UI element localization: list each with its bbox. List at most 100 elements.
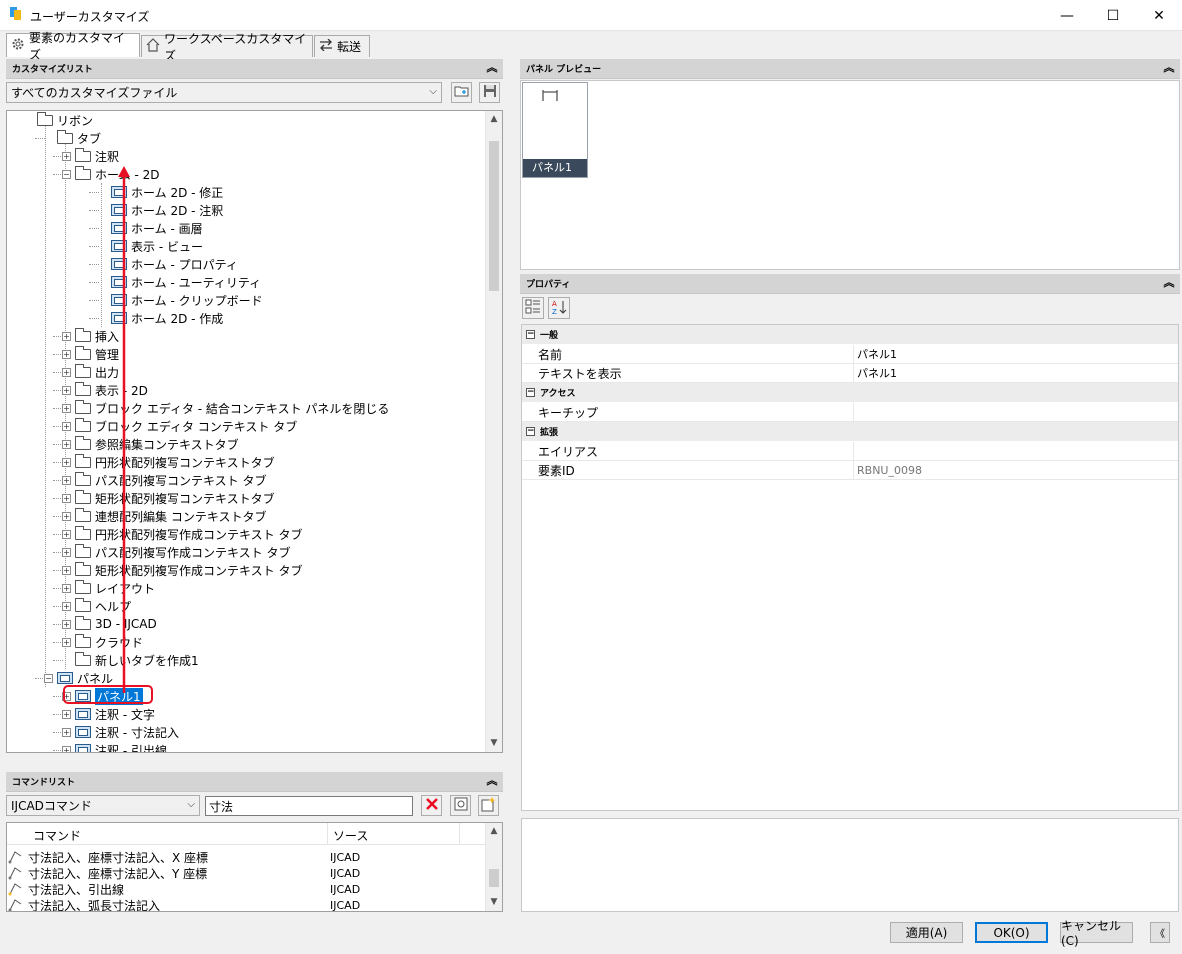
expand-icon[interactable]: + — [62, 547, 71, 557]
cancel-button[interactable]: キャンセル(C) — [1060, 919, 1133, 948]
expand-icon[interactable]: + — [62, 601, 71, 611]
tab-workspace-customize[interactable]: ワークスペースカスタマイズ — [141, 32, 313, 63]
scroll-down-icon[interactable]: ▼ — [486, 735, 502, 752]
scroll-up-icon[interactable]: ▲ — [486, 823, 502, 840]
command-row[interactable]: 寸法記入、弧長寸法記入 IJCAD — [7, 897, 485, 911]
property-row[interactable]: テキストを表示 パネル1 — [522, 364, 1178, 383]
expand-icon[interactable]: + — [62, 637, 71, 647]
property-category[interactable]: − 一般 — [522, 325, 1178, 344]
tree-item[interactable]: + ブロック エディタ - 結合コンテキスト パネルを閉じる — [62, 399, 389, 417]
collapse-icon[interactable]: − — [526, 330, 535, 339]
tree-item[interactable]: + 注釈 - 引出線 — [62, 741, 167, 752]
collapse-dialog-button[interactable]: 《 — [1150, 922, 1170, 943]
tree-item[interactable]: + 円形状配列複写コンテキストタブ — [62, 453, 275, 471]
open-file-button[interactable] — [451, 82, 472, 103]
minimize-button[interactable]: — — [1044, 0, 1090, 31]
column-source[interactable]: ソース — [333, 827, 368, 844]
command-filter-combo[interactable]: IJCADコマンド ⌵ — [6, 795, 200, 816]
close-button[interactable]: ✕ — [1136, 0, 1182, 31]
command-table[interactable]: コマンド ソース 寸法記入、座標寸法記入、X 座標 IJCAD 寸法記入、座標寸法記… — [6, 822, 503, 912]
property-category[interactable]: − アクセス — [522, 383, 1178, 402]
command-row[interactable]: 寸法記入、座標寸法記入、X 座標 IJCAD — [7, 849, 485, 865]
expand-icon[interactable]: + — [62, 727, 71, 737]
collapse-icon[interactable]: − — [62, 169, 71, 179]
expand-icon[interactable]: + — [62, 745, 71, 752]
apply-button[interactable]: 適用(A) — [890, 922, 963, 943]
clear-search-button[interactable] — [421, 795, 442, 816]
categorized-button[interactable] — [522, 297, 544, 319]
alphabetical-button[interactable]: AZ — [548, 297, 570, 319]
property-row[interactable]: エイリアス — [522, 442, 1178, 461]
tree-item[interactable]: + 連想配列編集 コンテキストタブ — [62, 507, 266, 525]
tree-item[interactable]: ホーム - 画層 — [98, 219, 203, 237]
tree-item[interactable]: + 矩形状配列複写コンテキストタブ — [62, 489, 275, 507]
expand-icon[interactable]: + — [62, 565, 71, 575]
tab-transfer[interactable]: 転送 — [314, 35, 370, 57]
tree-item[interactable]: + 注釈 - 寸法記入 — [62, 723, 179, 741]
expand-icon[interactable]: + — [62, 457, 71, 467]
collapse-icon[interactable]: − — [526, 388, 535, 397]
tree-item[interactable]: リボン — [24, 111, 93, 129]
tree-item[interactable]: + 円形状配列複写作成コンテキスト タブ — [62, 525, 302, 543]
property-value[interactable]: RBNU_0098 — [854, 461, 1178, 479]
expand-icon[interactable]: + — [62, 529, 71, 539]
property-value[interactable] — [854, 403, 1178, 421]
tree-item[interactable]: + 注釈 - 文字 — [62, 705, 155, 723]
expand-icon[interactable]: + — [62, 151, 71, 161]
property-row[interactable]: 名前 パネル1 — [522, 345, 1178, 364]
property-value[interactable]: パネル1 — [854, 345, 1178, 363]
tree-item[interactable]: + 注釈 — [62, 147, 119, 165]
expand-icon[interactable]: + — [62, 439, 71, 449]
property-category[interactable]: − 拡張 — [522, 422, 1178, 441]
expand-icon[interactable]: + — [62, 511, 71, 521]
search-command-button[interactable] — [450, 795, 471, 816]
tree-item[interactable]: + パス配列複写作成コンテキスト タブ — [62, 543, 290, 561]
expand-icon[interactable]: + — [62, 493, 71, 503]
tree-item[interactable]: + パス配列複写コンテキスト タブ — [62, 471, 266, 489]
property-value[interactable] — [854, 442, 1178, 460]
panel-thumbnail[interactable]: パネル1 — [522, 82, 588, 178]
expand-icon[interactable]: + — [62, 403, 71, 413]
scroll-up-icon[interactable]: ▲ — [486, 111, 502, 128]
save-file-button[interactable] — [479, 82, 500, 103]
command-row[interactable]: 寸法記入、座標寸法記入、Y 座標 IJCAD — [7, 865, 485, 881]
expand-icon[interactable]: + — [62, 475, 71, 485]
tree-item[interactable]: +レイアウト — [62, 579, 155, 597]
tree-item[interactable]: + 出力 — [62, 363, 119, 381]
tree-item[interactable]: 表示 - ビュー — [98, 237, 203, 255]
property-value[interactable]: パネル1 — [854, 364, 1178, 382]
scroll-thumb[interactable] — [489, 869, 499, 887]
expand-icon[interactable]: + — [62, 709, 71, 719]
tree-item[interactable]: タブ — [44, 129, 101, 147]
collapse-properties-button[interactable]: ︽ — [1161, 275, 1177, 291]
tree-item[interactable]: − ホーム - 2D — [62, 165, 159, 183]
property-row[interactable]: 要素ID RBNU_0098 — [522, 461, 1178, 480]
expand-icon[interactable]: + — [62, 367, 71, 377]
tab-customize-elements[interactable]: 要素のカスタマイズ — [6, 31, 140, 62]
command-row[interactable]: 寸法記入、引出線 IJCAD — [7, 881, 485, 897]
new-command-button[interactable] — [478, 795, 499, 816]
scroll-down-icon[interactable]: ▼ — [486, 894, 502, 911]
tree-item[interactable]: +3D - IJCAD — [62, 615, 157, 633]
expand-icon[interactable]: + — [62, 583, 71, 593]
tree-item[interactable]: + 矩形状配列複写作成コンテキスト タブ — [62, 561, 302, 579]
collapse-icon[interactable]: − — [44, 673, 53, 683]
tree-item[interactable]: + 挿入 — [62, 327, 119, 345]
expand-icon[interactable]: + — [62, 385, 71, 395]
tree-item[interactable]: + 参照編集コンテキストタブ — [62, 435, 239, 453]
expand-icon[interactable]: + — [62, 619, 71, 629]
command-scrollbar[interactable]: ▲ ▼ — [485, 823, 502, 911]
command-search-input[interactable]: 寸法 — [205, 796, 413, 816]
expand-icon[interactable]: + — [62, 349, 71, 359]
ok-button[interactable]: OK(O) — [975, 922, 1048, 943]
expand-icon[interactable]: + — [62, 331, 71, 341]
tree-item[interactable]: + ブロック エディタ コンテキスト タブ — [62, 417, 297, 435]
customize-tree[interactable]: リボン タブ + 注釈 − ホーム - 2D ホーム 2D - 修正 ホーム 2D - 注釈ホ… — [6, 110, 503, 753]
expand-icon[interactable]: + — [62, 421, 71, 431]
property-row[interactable]: キーチップ — [522, 403, 1178, 422]
property-grid[interactable]: − 一般 名前 パネル1 テキストを表示 パネル1− アクセス キーチップ − 拡張 エイリアス 要素… — [521, 324, 1179, 811]
collapse-command-list-button[interactable]: ︽ — [484, 773, 500, 789]
collapse-icon[interactable]: − — [526, 427, 535, 436]
collapse-preview-button[interactable]: ︽ — [1161, 60, 1177, 76]
customization-file-combo[interactable]: すべてのカスタマイズファイル ⌵ — [6, 82, 442, 103]
